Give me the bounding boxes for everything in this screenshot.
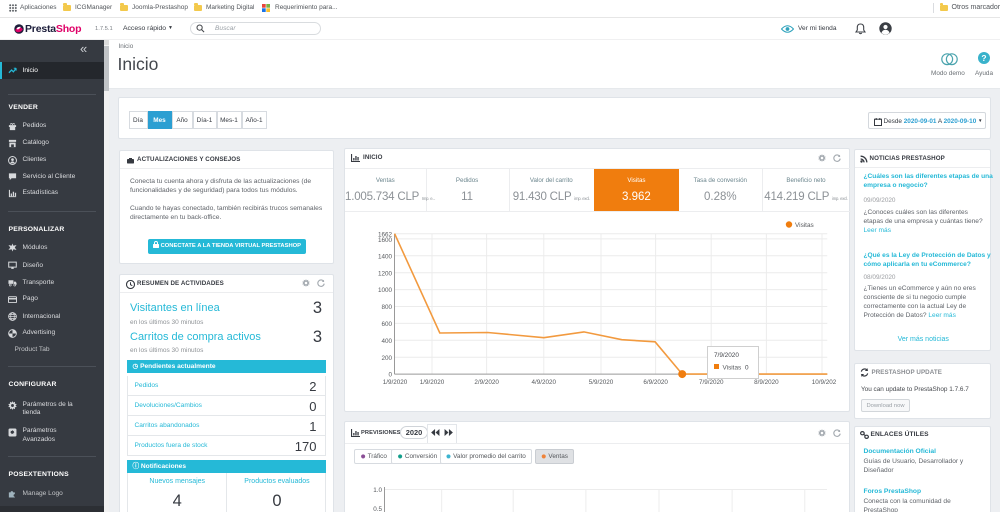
svg-text:1/9/2020: 1/9/2020 (383, 379, 408, 386)
svg-text:1/9/2020: 1/9/2020 (420, 379, 445, 386)
svg-text:Visitas: Visitas (723, 364, 742, 371)
svg-text:7/9/2020: 7/9/2020 (699, 379, 724, 386)
svg-text:Visitas: Visitas (795, 222, 814, 229)
svg-text:7/9/2020: 7/9/2020 (714, 352, 739, 359)
svg-text:10/9/202: 10/9/202 (812, 379, 837, 386)
svg-text:8/9/2020: 8/9/2020 (754, 379, 779, 386)
svg-text:400: 400 (381, 337, 392, 344)
svg-text:5/9/2020: 5/9/2020 (589, 379, 614, 386)
svg-text:6/9/2020: 6/9/2020 (643, 379, 668, 386)
svg-text:2/9/2020: 2/9/2020 (474, 379, 499, 386)
svg-text:0.5: 0.5 (373, 506, 382, 512)
svg-text:1200: 1200 (378, 270, 393, 277)
svg-text:1.0: 1.0 (373, 487, 382, 494)
svg-text:?: ? (981, 53, 986, 63)
svg-text:1000: 1000 (378, 287, 393, 294)
svg-text:1600: 1600 (378, 237, 393, 244)
svg-text:1400: 1400 (378, 253, 393, 260)
svg-text:600: 600 (381, 321, 392, 328)
svg-text:4/9/2020: 4/9/2020 (532, 379, 557, 386)
svg-text:800: 800 (381, 304, 392, 311)
svg-text:200: 200 (381, 354, 392, 361)
svg-text:0: 0 (745, 364, 749, 371)
svg-text:0: 0 (388, 371, 392, 378)
